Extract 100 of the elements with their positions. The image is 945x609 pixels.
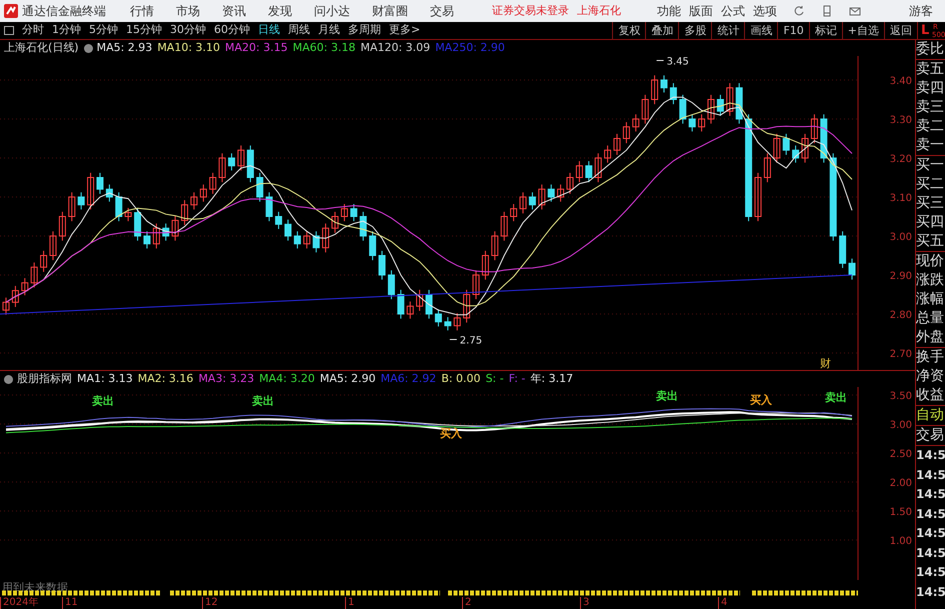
toolbar-button[interactable]: 返回	[884, 22, 917, 40]
refresh-icon[interactable]	[793, 5, 805, 17]
period-tab[interactable]: 日线	[258, 22, 280, 39]
legend-value: MA2: 3.16	[138, 370, 194, 387]
menu-item[interactable]: 资讯	[222, 2, 246, 20]
quote-field-label: 卖三	[916, 98, 945, 117]
legend-value: S: -	[486, 370, 504, 387]
menu-item[interactable]: 选项	[753, 2, 777, 20]
menu-item[interactable]: 公式	[721, 2, 745, 20]
axis-label: 2.50	[890, 449, 912, 460]
app-logo-icon	[4, 4, 18, 18]
date-label: 3	[580, 597, 590, 609]
quote-field-label: 卖二	[916, 117, 945, 136]
panel-toggle-icon[interactable]	[4, 26, 14, 35]
legend-value: MA6: 2.92	[380, 370, 436, 387]
axis-label: 3.00	[890, 232, 912, 243]
corner-label: L	[921, 22, 930, 38]
toolbar-button[interactable]: 画线	[744, 22, 778, 40]
legend-value: MA5: 2.93	[96, 40, 152, 56]
price-label: 3.45	[666, 56, 689, 68]
date-label: 12	[202, 597, 218, 609]
sell-signal-label: 卖出	[252, 394, 274, 408]
phone-icon[interactable]	[821, 5, 833, 17]
quote-field-label: 买一	[916, 156, 945, 175]
period-tab[interactable]: 60分钟	[214, 22, 250, 39]
user-label[interactable]: 游客	[909, 2, 933, 20]
date-label: 11	[62, 597, 78, 609]
price-label: 2.75	[460, 336, 482, 346]
menu-item[interactable]: 市场	[176, 2, 200, 20]
trade-tab[interactable]: 交易	[916, 426, 945, 446]
period-tab[interactable]: 月线	[318, 22, 340, 39]
toolbar-button[interactable]: F10	[777, 22, 809, 40]
axis-label: 2.80	[890, 310, 912, 321]
toolbar-button[interactable]: 多股	[678, 22, 712, 40]
quote-field-label: 买五	[916, 232, 945, 251]
axis-label: 3.10	[890, 193, 912, 204]
dropdown-icon[interactable]	[84, 44, 93, 52]
menu-item[interactable]: 交易	[430, 2, 454, 20]
toolbar-button[interactable]: 统计	[711, 22, 744, 40]
axis-label: 2.00	[890, 478, 912, 489]
buy-signal-label: 买入	[440, 426, 462, 440]
menu-item[interactable]: 版面	[689, 2, 713, 20]
axis-label: 1.00	[890, 536, 912, 547]
period-tab[interactable]: 周线	[288, 22, 310, 39]
quote-field-label: 委比	[916, 40, 945, 59]
legend-value: MA3: 3.23	[198, 370, 254, 387]
trade-time: 14:5	[916, 466, 945, 484]
menu-item[interactable]: 问小达	[314, 2, 350, 20]
period-tab[interactable]: 分时	[22, 22, 44, 39]
legend-value: MA120: 3.09	[360, 40, 430, 56]
leader-line	[656, 60, 664, 61]
legend-value: MA5: 2.90	[320, 370, 376, 387]
app-title: 通达信金融终端	[22, 3, 106, 20]
period-tab[interactable]: 15分钟	[126, 22, 162, 39]
date-label: 2	[462, 597, 472, 609]
trade-time: 14:5	[916, 544, 945, 562]
trade-time: 14:5	[916, 584, 945, 600]
status-text: 上海石化	[577, 2, 621, 19]
quote-field-label: 净资	[916, 367, 945, 386]
period-tab[interactable]: 1分钟	[52, 22, 81, 39]
toolbar-button[interactable]: 叠加	[645, 22, 678, 40]
quote-field-label: 总量	[916, 309, 945, 328]
period-tab[interactable]: 多周期	[348, 22, 381, 39]
date-label: 1	[345, 597, 354, 609]
menu-item[interactable]: 行情	[130, 2, 154, 20]
legend-value: F: -	[508, 370, 526, 387]
legend-value: MA1: 3.13	[77, 370, 133, 387]
legend-value: MA60: 3.18	[292, 40, 356, 56]
menu-item[interactable]: 财富圈	[372, 2, 408, 20]
toolbar-button[interactable]: 标记	[808, 22, 842, 40]
trade-tab[interactable]: 自动	[916, 406, 945, 426]
dropdown-icon[interactable]	[4, 374, 13, 384]
period-tab[interactable]: 更多>	[389, 22, 420, 39]
sell-signal-label: 卖出	[825, 390, 848, 404]
menu-item[interactable]: 发现	[268, 2, 292, 20]
sell-signal-label: 卖出	[92, 394, 114, 408]
menu-item[interactable]: 功能	[657, 2, 681, 20]
trade-time: 14:5	[916, 447, 945, 464]
quote-field-label: 卖五	[916, 60, 945, 79]
sell-signal-label: 卖出	[656, 390, 678, 403]
toolbar-button[interactable]: 复权	[612, 22, 646, 40]
quote-field-label: 换手	[916, 348, 945, 367]
period-tab[interactable]: 30分钟	[170, 22, 206, 39]
status-text: 证券交易未登录	[492, 2, 569, 19]
toolbar-button[interactable]: +自选	[842, 22, 884, 40]
mail-icon[interactable]	[849, 5, 861, 17]
quote-field-label: 买四	[916, 213, 945, 232]
quote-field-label: 涨幅	[916, 290, 945, 309]
legend-value: MA250: 2.90	[435, 40, 505, 56]
axis-label: 3.50	[890, 391, 912, 402]
quote-field-label: 现价	[916, 252, 945, 271]
quote-field-label: 卖一	[916, 136, 945, 155]
chart-title: 股朋指标网	[17, 370, 72, 387]
quote-field-label: 买三	[916, 194, 945, 213]
period-tab[interactable]: 5分钟	[89, 22, 118, 39]
event-marker: 财	[820, 357, 831, 370]
date-label: 2024年	[0, 597, 38, 609]
trade-time: 14:5	[916, 506, 945, 522]
trade-time: 14:5	[916, 486, 945, 503]
trade-time: 14:5	[916, 525, 945, 542]
